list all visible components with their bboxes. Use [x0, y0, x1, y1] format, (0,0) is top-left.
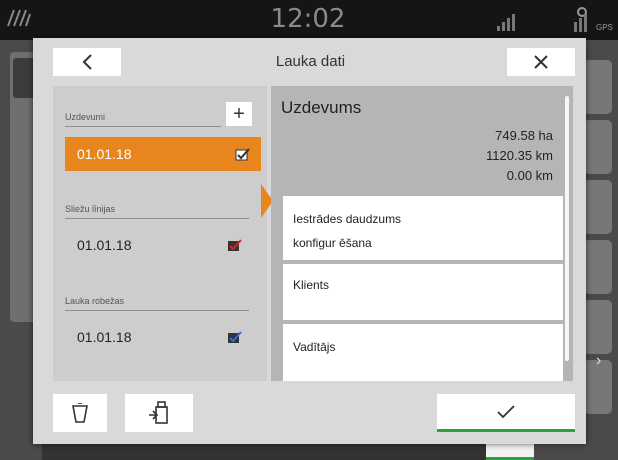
- right-side-button[interactable]: [584, 180, 612, 234]
- driver-card[interactable]: Vadītājs: [283, 324, 563, 381]
- signal-icon: [497, 14, 515, 31]
- chevron-right-icon[interactable]: ›: [596, 352, 601, 370]
- right-side-button[interactable]: [584, 120, 612, 174]
- delete-button[interactable]: [53, 394, 107, 432]
- card-label: konfigur ēšana: [293, 236, 372, 250]
- details-distance-value: 0.00 km: [506, 168, 553, 183]
- section-label-boundaries: Lauka robežas: [65, 296, 125, 306]
- confirm-button[interactable]: [437, 394, 575, 432]
- usb-export-icon: [149, 401, 168, 424]
- dialog-header: Lauka dati: [33, 38, 586, 84]
- checkbox-checked-red-icon: [228, 239, 242, 251]
- checkmark-icon: [497, 404, 515, 418]
- details-title: Uzdevums: [281, 98, 362, 117]
- add-task-button[interactable]: +: [226, 102, 252, 126]
- clock: 12:02: [270, 4, 346, 34]
- list-item-label: 01.01.18: [77, 329, 132, 345]
- application-rate-card[interactable]: Iestrādes daudzums konfigur ēšana: [283, 196, 563, 260]
- field-icon: [7, 9, 31, 27]
- card-label: Vadītājs: [293, 340, 336, 354]
- section-divider: [65, 126, 221, 127]
- details-distance-value: 1120.35 km: [486, 148, 553, 163]
- chevron-left-icon: [82, 54, 92, 70]
- close-button[interactable]: [507, 48, 575, 76]
- section-label-tasks: Uzdevumi: [65, 112, 106, 122]
- boundary-list-item[interactable]: 01.01.18: [65, 320, 253, 354]
- task-details: Uzdevums 749.58 ha 1120.35 km 0.00 km Ie…: [271, 86, 573, 381]
- details-scrollbar[interactable]: [565, 96, 569, 361]
- back-button[interactable]: [53, 48, 121, 76]
- section-divider: [65, 310, 249, 311]
- task-list-item[interactable]: 01.01.18: [65, 137, 261, 171]
- section-label-tracks: Sliežu līnijas: [65, 204, 116, 214]
- dialog-title: Lauka dati: [275, 53, 346, 70]
- right-side-button[interactable]: [584, 60, 612, 114]
- trash-icon: [72, 403, 88, 423]
- export-button[interactable]: [125, 394, 193, 432]
- list-item-label: 01.01.18: [77, 146, 132, 162]
- card-label: Iestrādes daudzums: [293, 212, 402, 226]
- right-side-button[interactable]: [584, 300, 612, 354]
- field-data-dialog: Lauka dati Uzdevumi + 01.01.18 Sliežu lī…: [33, 38, 586, 444]
- checkbox-checked-blue-icon: [228, 331, 242, 343]
- gps-label: GPS: [596, 23, 613, 32]
- checkbox-checked-icon: [235, 148, 250, 161]
- card-label: Klients: [293, 278, 330, 292]
- right-side-button[interactable]: [584, 240, 612, 294]
- list-item-label: 01.01.18: [77, 237, 132, 253]
- section-divider: [65, 218, 249, 219]
- customer-card[interactable]: Klients: [283, 264, 563, 320]
- close-icon: [534, 55, 548, 69]
- field-data-list: Uzdevumi + 01.01.18 Sliežu līnijas 01.01…: [53, 86, 273, 381]
- details-area-value: 749.58 ha: [495, 128, 553, 143]
- track-list-item[interactable]: 01.01.18: [65, 228, 253, 262]
